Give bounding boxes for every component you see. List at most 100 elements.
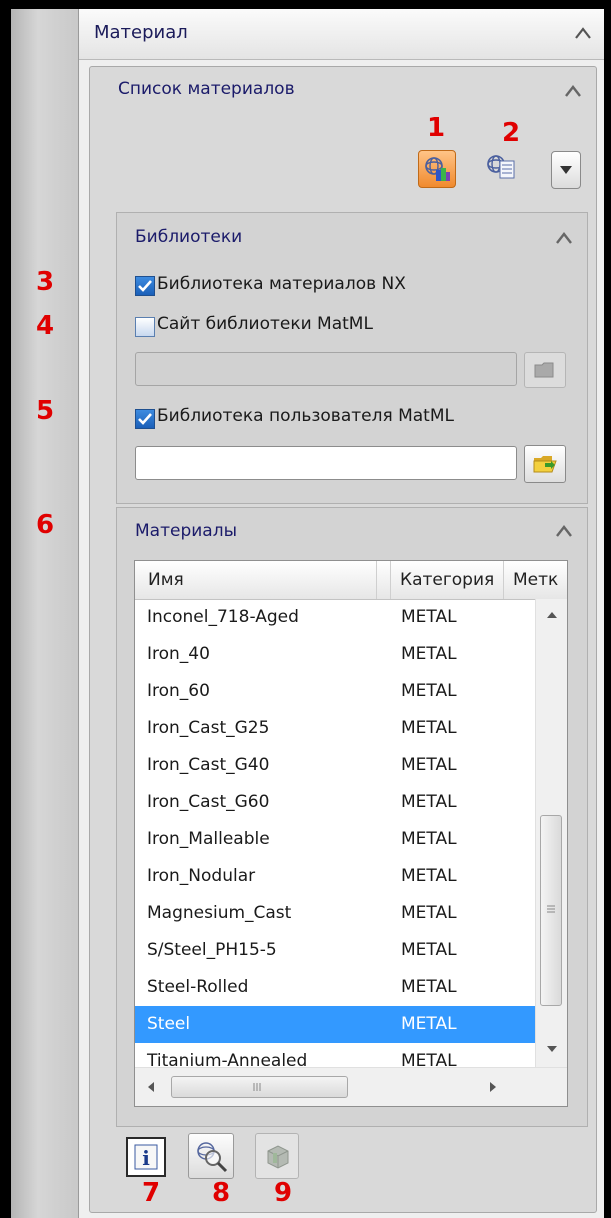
folder-icon [534, 362, 554, 378]
grip-icon [547, 905, 555, 913]
matml-user-checkbox[interactable] [135, 409, 155, 429]
material-category-cell: METAL [401, 940, 457, 960]
annotation-7: 7 [142, 1178, 161, 1208]
table-row[interactable]: Iron_Nodular METAL [135, 858, 535, 895]
annotation-3: 3 [36, 267, 55, 297]
material-name-cell: Iron_Cast_G60 [147, 792, 270, 812]
matml-site-label: Сайт библиотеки MatML [157, 314, 373, 334]
table-row[interactable]: Iron_Cast_G25 METAL [135, 710, 535, 747]
table-row[interactable]: Magnesium_Cast METAL [135, 895, 535, 932]
matml-user-browse-button[interactable] [524, 445, 566, 483]
checkmark-icon [138, 280, 152, 292]
table-row[interactable]: Iron_Cast_G60 METAL [135, 784, 535, 821]
material-category-cell: METAL [401, 866, 457, 886]
annotation-2: 2 [502, 118, 521, 148]
material-category-cell: METAL [401, 977, 457, 997]
assign-material-button[interactable] [255, 1133, 299, 1179]
matml-user-label: Библиотека пользователя MatML [157, 406, 454, 426]
chevron-up-icon[interactable] [565, 84, 581, 98]
scroll-left-arrow-icon[interactable] [147, 1082, 155, 1092]
material-name-cell: Iron_60 [147, 681, 210, 701]
matml-site-field[interactable] [135, 352, 517, 386]
material-name-cell: Magnesium_Cast [147, 903, 292, 923]
chevron-up-icon[interactable] [556, 231, 572, 245]
material-category-cell: METAL [401, 1014, 457, 1034]
material-list-button[interactable] [482, 148, 520, 186]
material-list-icon [487, 155, 515, 179]
material-category-cell: METAL [401, 681, 457, 701]
material-name-cell: Iron_40 [147, 644, 210, 664]
annotation-8: 8 [212, 1178, 231, 1208]
scroll-down-arrow-icon[interactable] [547, 1045, 557, 1053]
materials-table[interactable]: Имя Категория Метк Inconel_718-Aged METAL… [134, 560, 568, 1107]
annotation-9: 9 [274, 1178, 293, 1208]
window-frame-left [0, 0, 11, 1218]
info-icon: i [134, 1144, 158, 1170]
scroll-up-arrow-icon[interactable] [547, 611, 557, 619]
window-frame-top [0, 0, 611, 9]
table-row[interactable]: S/Steel_PH15-5 METAL [135, 932, 535, 969]
solid-cube-icon [267, 1145, 289, 1169]
horizontal-scroll-thumb[interactable] [171, 1076, 348, 1098]
annotation-4: 4 [36, 311, 55, 341]
annotation-6: 6 [36, 510, 55, 540]
material-category-cell: METAL [401, 903, 457, 923]
inspect-material-button[interactable] [188, 1133, 234, 1179]
material-category-cell: METAL [401, 644, 457, 664]
horizontal-scrollbar[interactable] [135, 1067, 567, 1106]
matml-user-field[interactable] [135, 446, 517, 480]
material-name-cell: Iron_Cast_G40 [147, 755, 270, 775]
material-category-cell: METAL [401, 607, 457, 627]
panel-title: Материал [94, 22, 188, 43]
nx-library-checkbox[interactable] [135, 276, 155, 296]
material-category-cell: METAL [401, 829, 457, 849]
table-row[interactable]: Steel METAL [135, 1006, 535, 1043]
material-name-cell: Inconel_718-Aged [147, 607, 299, 627]
table-row[interactable]: Iron_60 METAL [135, 673, 535, 710]
chevron-down-icon [560, 166, 572, 174]
magnify-icon [197, 1142, 228, 1173]
material-name-cell: Iron_Nodular [147, 866, 256, 886]
window-frame-right [604, 0, 611, 1218]
annotation-5: 5 [36, 396, 55, 426]
table-header: Имя Категория Метк [135, 561, 567, 600]
nx-library-label: Библиотека материалов NX [157, 274, 406, 294]
open-folder-icon [533, 456, 557, 473]
libraries-title: Библиотеки [135, 227, 243, 247]
material-name-cell: Steel-Rolled [147, 977, 249, 997]
material-name-cell: Steel [147, 1014, 191, 1034]
material-name-cell: S/Steel_PH15-5 [147, 940, 277, 960]
side-strip [11, 9, 79, 1218]
checkmark-icon [138, 413, 152, 425]
material-library-button[interactable] [418, 150, 456, 188]
column-header-name[interactable]: Имя [135, 561, 377, 599]
material-name-cell: Iron_Malleable [147, 829, 270, 849]
table-row[interactable]: Inconel_718-Aged METAL [135, 599, 535, 636]
scroll-right-arrow-icon[interactable] [489, 1082, 497, 1092]
matml-site-browse-button[interactable] [524, 352, 566, 388]
table-row[interactable]: Iron_Malleable METAL [135, 821, 535, 858]
vertical-scroll-thumb[interactable] [540, 815, 562, 1006]
svg-text:i: i [142, 1146, 150, 1170]
material-category-cell: METAL [401, 718, 457, 738]
table-row[interactable]: Steel-Rolled METAL [135, 969, 535, 1006]
tool-options-dropdown[interactable] [551, 151, 581, 189]
table-row[interactable]: Iron_Cast_G40 METAL [135, 747, 535, 784]
material-name-cell: Iron_Cast_G25 [147, 718, 270, 738]
grip-icon [253, 1083, 261, 1091]
material-category-cell: METAL [401, 755, 457, 775]
column-header-tag[interactable]: Метк [504, 561, 567, 599]
column-header-category[interactable]: Категория [391, 561, 504, 599]
column-spacer [377, 561, 391, 599]
chevron-up-icon[interactable] [556, 524, 572, 538]
material-category-cell: METAL [401, 792, 457, 812]
table-row[interactable]: Iron_40 METAL [135, 636, 535, 673]
materials-title: Материалы [135, 521, 237, 541]
material-list-title: Список материалов [118, 79, 295, 99]
annotation-1: 1 [427, 113, 446, 143]
matml-site-checkbox[interactable] [135, 317, 155, 337]
materials-library-icon [425, 157, 450, 181]
vertical-scrollbar[interactable] [535, 599, 567, 1067]
chevron-up-icon[interactable] [575, 26, 591, 40]
material-info-button[interactable]: i [126, 1137, 166, 1177]
